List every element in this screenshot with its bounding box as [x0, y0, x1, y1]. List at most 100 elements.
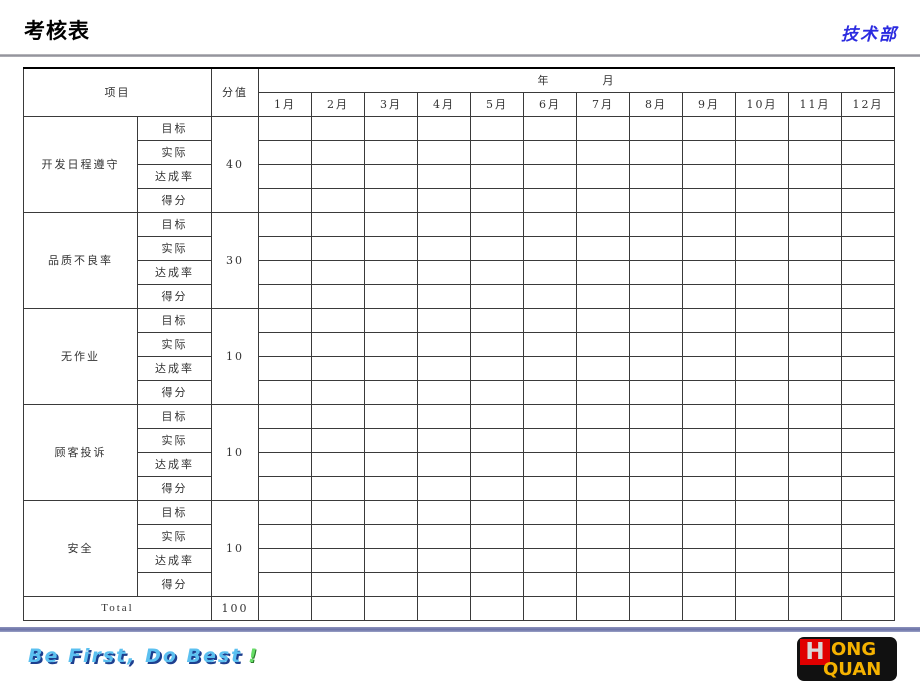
- data-cell[interactable]: [417, 355, 471, 381]
- data-cell[interactable]: [629, 475, 683, 501]
- data-cell[interactable]: [417, 451, 471, 477]
- data-cell[interactable]: [840, 211, 896, 237]
- data-cell[interactable]: [311, 139, 365, 165]
- data-cell[interactable]: [258, 139, 312, 165]
- data-cell[interactable]: [258, 499, 312, 525]
- data-cell[interactable]: [311, 379, 365, 405]
- data-cell[interactable]: [364, 187, 418, 213]
- data-cell[interactable]: [364, 307, 418, 333]
- data-cell[interactable]: [840, 427, 896, 453]
- data-cell[interactable]: [311, 499, 365, 525]
- data-cell[interactable]: [417, 475, 471, 501]
- data-cell[interactable]: [682, 211, 736, 237]
- data-cell[interactable]: [470, 475, 524, 501]
- data-cell[interactable]: [629, 115, 683, 141]
- total-cell-1[interactable]: [258, 595, 312, 621]
- data-cell[interactable]: [840, 451, 896, 477]
- data-cell[interactable]: [682, 163, 736, 189]
- data-cell[interactable]: [523, 163, 577, 189]
- data-cell[interactable]: [840, 139, 896, 165]
- data-cell[interactable]: [523, 259, 577, 285]
- data-cell[interactable]: [523, 139, 577, 165]
- data-cell[interactable]: [735, 259, 789, 285]
- data-cell[interactable]: [523, 115, 577, 141]
- data-cell[interactable]: [417, 331, 471, 357]
- data-cell[interactable]: [258, 283, 312, 309]
- data-cell[interactable]: [840, 283, 896, 309]
- data-cell[interactable]: [417, 547, 471, 573]
- data-cell[interactable]: [735, 547, 789, 573]
- data-cell[interactable]: [629, 379, 683, 405]
- data-cell[interactable]: [682, 451, 736, 477]
- data-cell[interactable]: [788, 139, 842, 165]
- data-cell[interactable]: [470, 427, 524, 453]
- data-cell[interactable]: [364, 571, 418, 597]
- data-cell[interactable]: [523, 379, 577, 405]
- data-cell[interactable]: [788, 307, 842, 333]
- data-cell[interactable]: [788, 163, 842, 189]
- data-cell[interactable]: [258, 259, 312, 285]
- data-cell[interactable]: [523, 331, 577, 357]
- data-cell[interactable]: [470, 235, 524, 261]
- data-cell[interactable]: [735, 187, 789, 213]
- data-cell[interactable]: [629, 427, 683, 453]
- data-cell[interactable]: [788, 499, 842, 525]
- data-cell[interactable]: [417, 259, 471, 285]
- data-cell[interactable]: [417, 283, 471, 309]
- data-cell[interactable]: [576, 283, 630, 309]
- data-cell[interactable]: [364, 475, 418, 501]
- data-cell[interactable]: [735, 403, 789, 429]
- data-cell[interactable]: [258, 163, 312, 189]
- data-cell[interactable]: [311, 307, 365, 333]
- data-cell[interactable]: [470, 283, 524, 309]
- data-cell[interactable]: [311, 187, 365, 213]
- data-cell[interactable]: [788, 427, 842, 453]
- data-cell[interactable]: [258, 211, 312, 237]
- data-cell[interactable]: [629, 571, 683, 597]
- data-cell[interactable]: [682, 499, 736, 525]
- data-cell[interactable]: [682, 259, 736, 285]
- data-cell[interactable]: [629, 499, 683, 525]
- data-cell[interactable]: [311, 211, 365, 237]
- data-cell[interactable]: [682, 403, 736, 429]
- data-cell[interactable]: [364, 283, 418, 309]
- data-cell[interactable]: [258, 403, 312, 429]
- data-cell[interactable]: [470, 139, 524, 165]
- data-cell[interactable]: [735, 211, 789, 237]
- data-cell[interactable]: [682, 235, 736, 261]
- data-cell[interactable]: [364, 355, 418, 381]
- data-cell[interactable]: [682, 307, 736, 333]
- data-cell[interactable]: [470, 187, 524, 213]
- data-cell[interactable]: [258, 235, 312, 261]
- data-cell[interactable]: [364, 235, 418, 261]
- data-cell[interactable]: [470, 307, 524, 333]
- data-cell[interactable]: [682, 187, 736, 213]
- data-cell[interactable]: [840, 379, 896, 405]
- data-cell[interactable]: [258, 547, 312, 573]
- data-cell[interactable]: [258, 187, 312, 213]
- data-cell[interactable]: [629, 523, 683, 549]
- data-cell[interactable]: [364, 427, 418, 453]
- data-cell[interactable]: [311, 115, 365, 141]
- data-cell[interactable]: [470, 547, 524, 573]
- data-cell[interactable]: [364, 139, 418, 165]
- total-cell-4[interactable]: [417, 595, 471, 621]
- data-cell[interactable]: [788, 403, 842, 429]
- data-cell[interactable]: [682, 331, 736, 357]
- data-cell[interactable]: [576, 259, 630, 285]
- data-cell[interactable]: [523, 547, 577, 573]
- data-cell[interactable]: [311, 331, 365, 357]
- data-cell[interactable]: [311, 475, 365, 501]
- data-cell[interactable]: [364, 451, 418, 477]
- data-cell[interactable]: [629, 163, 683, 189]
- total-cell-10[interactable]: [735, 595, 789, 621]
- data-cell[interactable]: [470, 499, 524, 525]
- data-cell[interactable]: [523, 355, 577, 381]
- data-cell[interactable]: [629, 547, 683, 573]
- data-cell[interactable]: [311, 571, 365, 597]
- data-cell[interactable]: [364, 163, 418, 189]
- data-cell[interactable]: [840, 403, 896, 429]
- data-cell[interactable]: [629, 331, 683, 357]
- data-cell[interactable]: [840, 259, 896, 285]
- data-cell[interactable]: [840, 571, 896, 597]
